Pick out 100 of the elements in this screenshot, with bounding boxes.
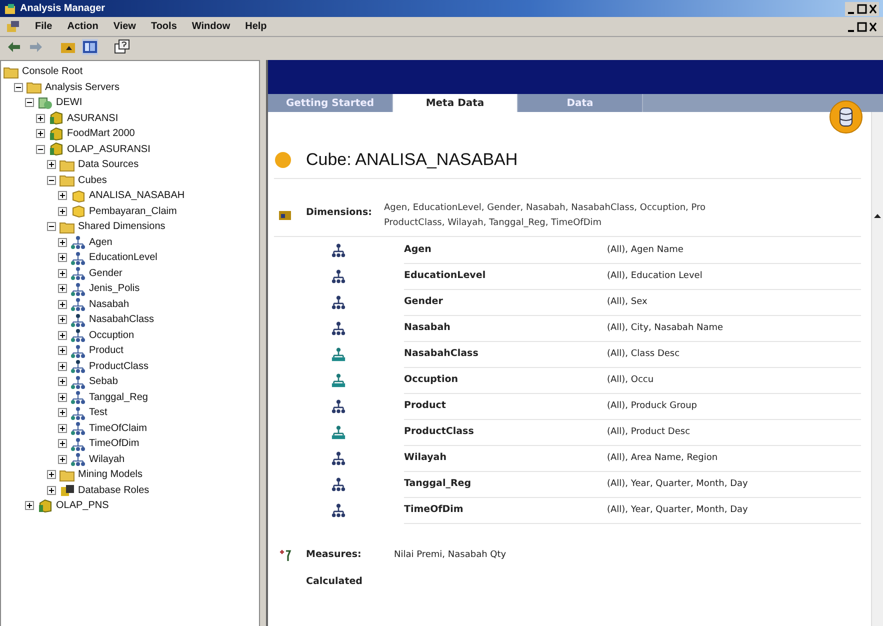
expander-icon[interactable] (58, 300, 67, 309)
dimension-levels: (All), Occu (607, 374, 654, 384)
expander-icon[interactable] (58, 206, 67, 216)
expander-icon[interactable] (58, 315, 67, 324)
expander-icon[interactable] (25, 98, 34, 108)
menu-item[interactable]: Help (245, 21, 267, 32)
tab[interactable]: Meta Data (393, 94, 518, 112)
dimension-levels: (All), Agen Name (607, 244, 684, 254)
database-icon (37, 498, 53, 513)
tree-item[interactable]: ProductClass (89, 360, 148, 372)
measures-list: Nilai Premi, Nasabah Qty (394, 550, 506, 560)
expander-icon[interactable] (36, 114, 45, 123)
dimension-icon (70, 282, 86, 296)
tree-item[interactable]: Shared Dimensions (78, 221, 166, 232)
console-icon[interactable] (6, 20, 20, 34)
expander-icon[interactable] (58, 346, 67, 356)
tree-item[interactable]: Mining Models (78, 469, 142, 480)
scroll-up-icon[interactable] (873, 212, 882, 220)
menu-item[interactable]: File (35, 21, 52, 32)
tree-item[interactable]: Product (89, 345, 124, 356)
roles-icon (59, 483, 75, 498)
expander-icon[interactable] (58, 330, 67, 340)
expander-icon[interactable] (47, 222, 56, 232)
database-icon (48, 111, 64, 126)
dimension-levels: (All), Education Level (607, 270, 702, 280)
tree-item[interactable]: Jenis_Polis (89, 283, 140, 294)
calculated-label: Calculated (306, 576, 362, 587)
folder-icon (59, 468, 75, 482)
tree-item[interactable]: Agen (89, 236, 112, 248)
tree-item[interactable]: Analysis Servers (45, 82, 120, 93)
cube-database-icon (829, 100, 863, 134)
menu-item[interactable]: View (113, 21, 136, 32)
tree-item[interactable]: Pembayaran_Claim (89, 206, 177, 217)
dimension-levels: (All), Year, Quarter, Month, Day (607, 478, 748, 488)
expander-icon[interactable] (14, 82, 23, 92)
expander-icon[interactable] (58, 253, 67, 262)
expander-icon[interactable] (58, 238, 67, 247)
tree-item[interactable]: ASURANSI (67, 112, 118, 124)
tree-item[interactable]: OLAP_ASURANSI (67, 144, 150, 155)
tree-item[interactable]: Sebab (89, 376, 118, 388)
dimension-name: EducationLevel (404, 270, 487, 281)
menu-item[interactable]: Action (67, 21, 98, 32)
tree-item[interactable]: NasabahClass (89, 314, 154, 326)
expander-icon[interactable] (47, 160, 56, 170)
dimension-icon (70, 344, 86, 358)
dimension-icon (70, 235, 86, 250)
cube-icon (70, 204, 86, 218)
tree-item[interactable]: TimeOfDim (89, 438, 140, 450)
expander-icon[interactable] (25, 501, 34, 510)
expander-icon[interactable] (47, 470, 56, 480)
tree-item[interactable]: Test (89, 407, 108, 418)
expander-icon[interactable] (58, 191, 67, 200)
tree-item[interactable]: Occuption (89, 330, 134, 341)
tree-item[interactable]: DEWI (56, 97, 82, 108)
expander-icon[interactable] (36, 144, 45, 154)
menu-item[interactable]: Tools (150, 21, 177, 32)
help-window-icon[interactable] (114, 39, 130, 55)
expander-icon[interactable] (58, 377, 67, 386)
tree-item[interactable]: Console Root (22, 66, 83, 78)
expander-icon[interactable] (47, 176, 56, 185)
cube-title: Cube: ANALISA_NASABAH (306, 150, 518, 170)
dimension-levels: (All), Produck Group (607, 400, 698, 410)
dimension-levels: (All), Area Name, Region (607, 452, 718, 462)
dimensions-label: Dimensions: (306, 207, 373, 218)
expander-icon[interactable] (58, 424, 67, 433)
child-window-controls-icon[interactable] (847, 20, 877, 32)
tree-item[interactable]: Cubes (78, 174, 107, 186)
tree-item[interactable]: Tanggal_Reg (89, 392, 148, 403)
dimension-icon (70, 436, 86, 451)
expander-icon[interactable] (36, 129, 45, 138)
tree-item[interactable]: Gender (89, 268, 122, 279)
tree-item[interactable]: Nasabah (89, 298, 130, 310)
dimension-name: Agen (404, 244, 432, 255)
dimension-name: TimeOfDim (404, 504, 464, 515)
dimensions-icon (278, 208, 292, 222)
expander-icon[interactable] (58, 392, 67, 402)
tree-item[interactable]: Database Roles (78, 484, 150, 496)
dimensions-list: Agen, EducationLevel, Gender, Nasabah, NasabahClass, Occuption, Pro (384, 203, 706, 213)
dimension-icon (70, 452, 86, 466)
menu-item[interactable]: Window (192, 21, 230, 32)
server-icon (37, 96, 53, 110)
tree-item[interactable]: FoodMart 2000 (67, 128, 135, 140)
folder-icon (59, 158, 75, 172)
window-controls-icon[interactable] (847, 2, 877, 14)
tree-item[interactable]: OLAP_PNS (56, 500, 109, 512)
expander-icon[interactable] (58, 284, 67, 294)
tree-item[interactable]: Data Sources (78, 159, 139, 170)
expander-icon[interactable] (58, 268, 67, 278)
tree-item[interactable]: Wilayah (89, 454, 125, 465)
expander-icon[interactable] (58, 408, 67, 418)
expander-icon[interactable] (58, 439, 67, 448)
tree-item[interactable]: TimeOfClaim (89, 422, 147, 434)
scrollbar[interactable] (871, 112, 883, 626)
expander-icon[interactable] (58, 362, 67, 371)
dimension-name: Occuption (404, 374, 459, 385)
expander-icon[interactable] (58, 454, 67, 464)
tree-item[interactable]: ANALISA_NASABAH (89, 190, 185, 202)
tree-item[interactable]: EducationLevel (89, 252, 158, 264)
expander-icon[interactable] (47, 486, 56, 495)
tree-view-icon[interactable] (82, 39, 98, 55)
